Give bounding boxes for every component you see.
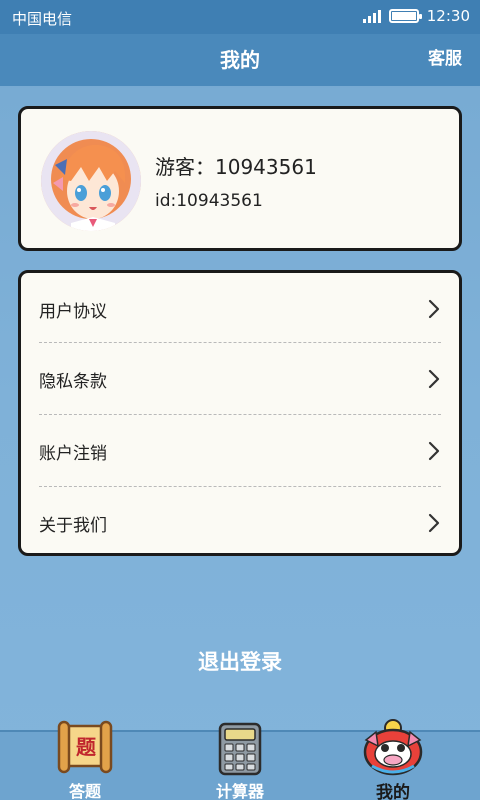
battery-icon: [388, 9, 422, 23]
bottom-nav: 题 答题 计算器 我的: [0, 719, 480, 800]
status-bar: 中国电信 12:30: [0, 0, 480, 34]
tab-calculator[interactable]: 计算器: [185, 718, 295, 800]
chevron-right-icon: [428, 513, 440, 533]
customer-service-button[interactable]: 客服: [428, 44, 462, 69]
menu-item-label: 隐私条款: [39, 371, 107, 392]
menu-item-label: 用户协议: [39, 301, 107, 322]
profile-name: 游客：10943561: [155, 155, 317, 179]
page-header: 我的 客服: [0, 34, 480, 86]
profile-id: id:10943561: [155, 191, 263, 211]
tab-label: 计算器: [215, 782, 264, 800]
status-icons: 12:30: [362, 7, 470, 25]
chevron-right-icon: [428, 299, 440, 319]
carrier-name: 中国电信: [12, 10, 73, 28]
chevron-right-icon: [428, 369, 440, 389]
tab-label: 答题: [68, 782, 101, 800]
menu-item-account-deletion[interactable]: 账户注销: [39, 415, 441, 487]
page-title: 我的: [220, 48, 260, 72]
scroll-quiz-glyph: 题: [76, 735, 97, 759]
calculator-icon: [218, 722, 262, 776]
tab-profile[interactable]: 我的: [338, 718, 448, 800]
tab-label: 我的: [376, 783, 410, 800]
menu-item-label: 账户注销: [39, 443, 107, 464]
menu-item-about-us[interactable]: 关于我们: [39, 487, 441, 559]
status-time: 12:30: [426, 7, 470, 25]
signal-icon: [362, 9, 381, 23]
profile-card: 游客：10943561 id:10943561: [18, 106, 462, 251]
avatar[interactable]: [41, 131, 141, 231]
menu-item-privacy-policy[interactable]: 隐私条款: [39, 343, 441, 415]
avatar-anime-girl-icon: [41, 131, 141, 231]
menu-item-label: 关于我们: [39, 515, 107, 536]
menu-item-user-agreement[interactable]: 用户协议: [39, 273, 441, 345]
tab-quiz[interactable]: 题 答题: [30, 718, 140, 800]
chevron-right-icon: [428, 441, 440, 461]
logout-button[interactable]: 退出登录: [0, 646, 480, 676]
scroll-quiz-icon: 题: [57, 720, 113, 774]
lion-mascot-icon: [363, 719, 423, 776]
settings-menu: 用户协议 隐私条款 账户注销 关于我们: [18, 270, 462, 556]
